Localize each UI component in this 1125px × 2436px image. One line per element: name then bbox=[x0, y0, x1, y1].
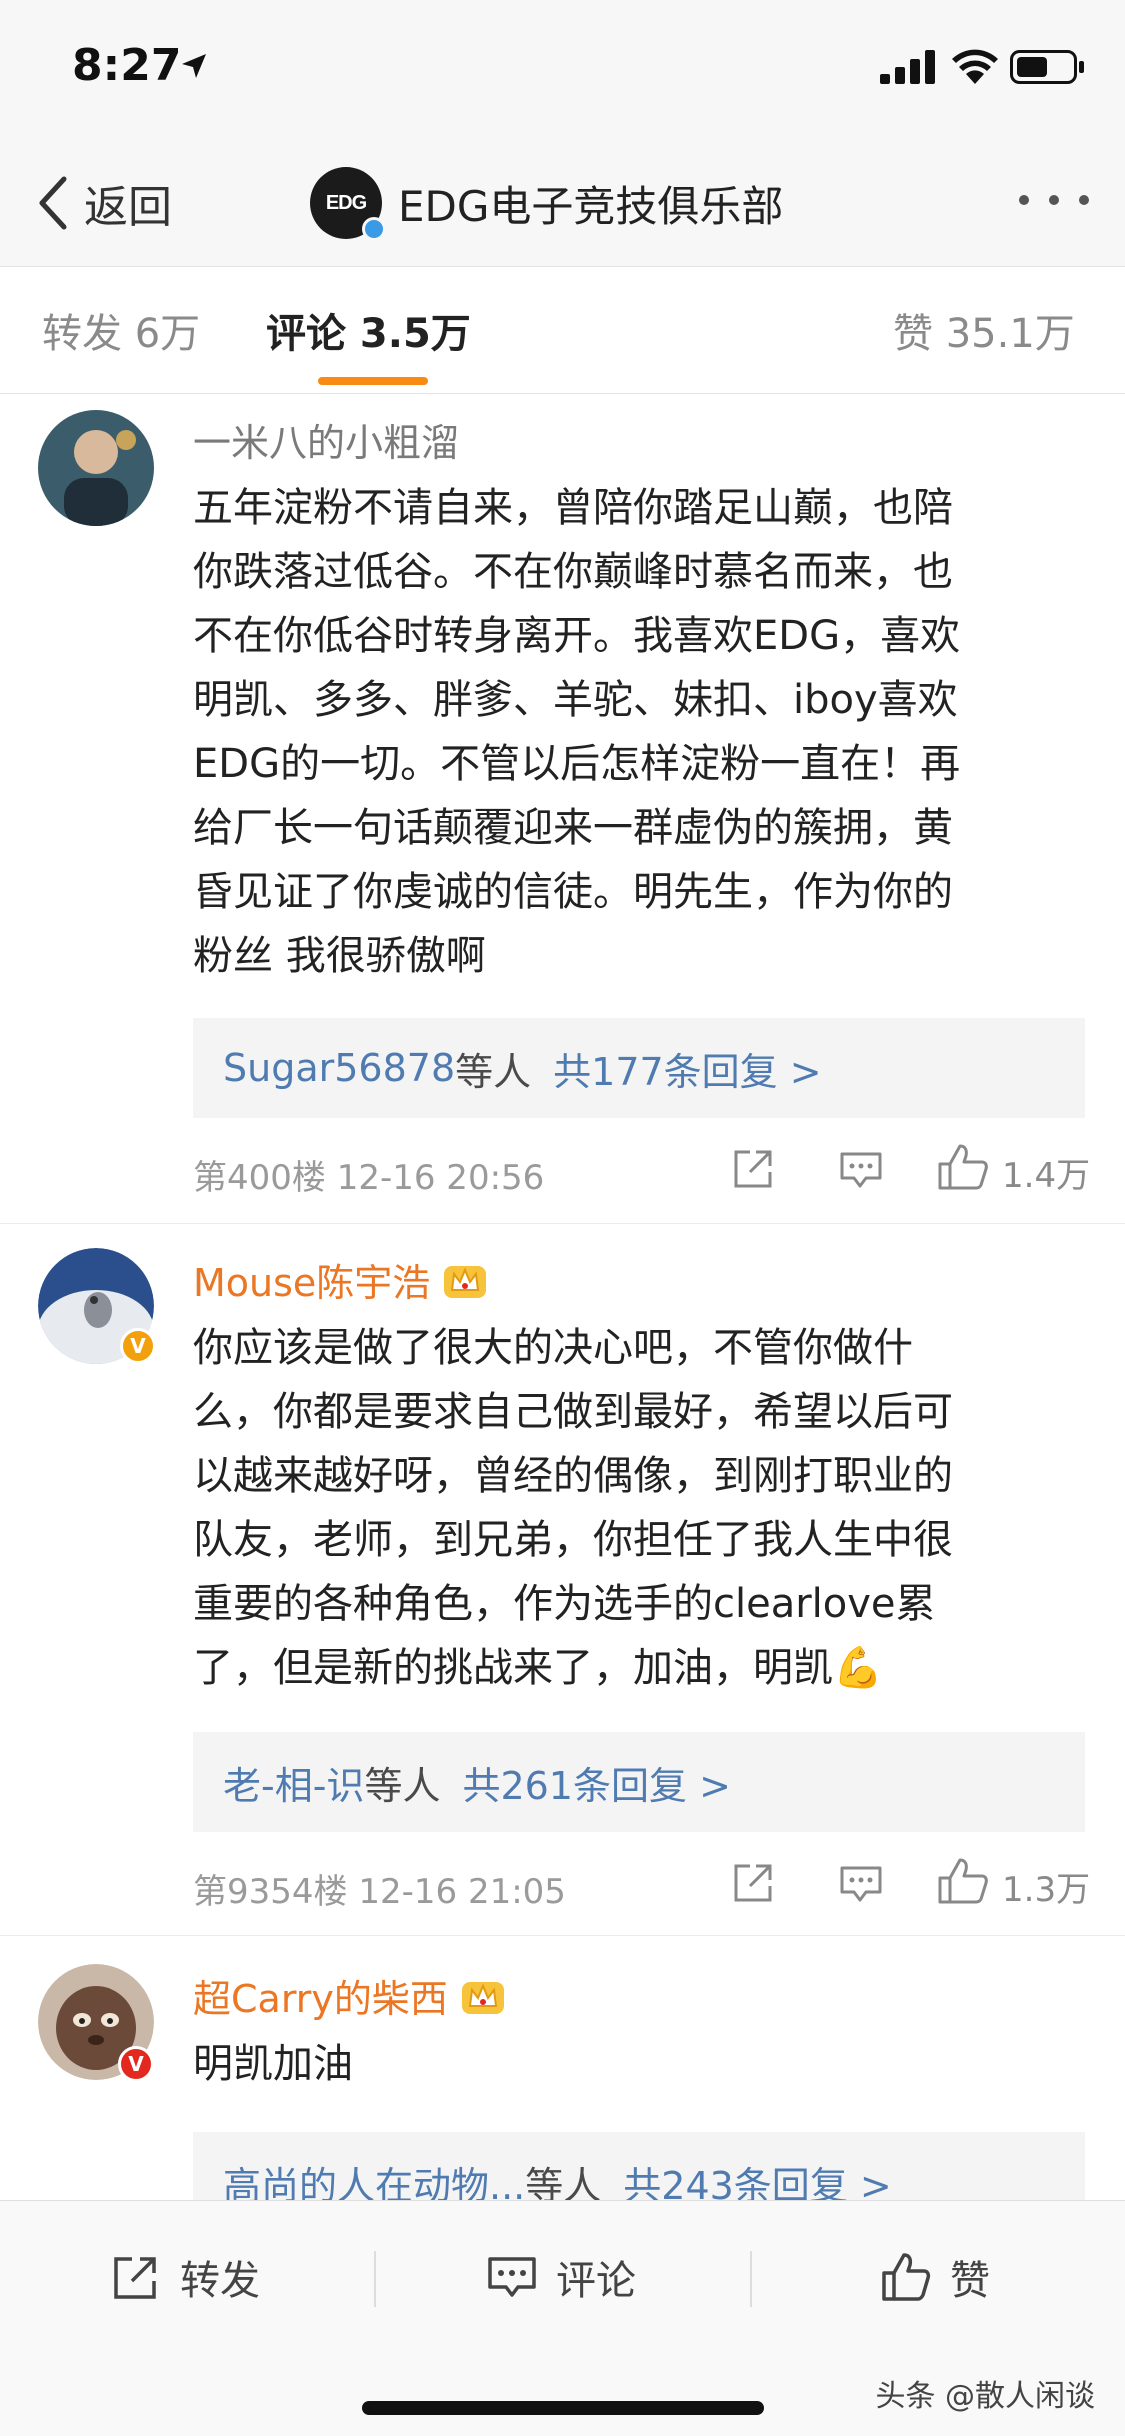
reply-mid: 等人 bbox=[455, 1049, 532, 1094]
comment-icon[interactable] bbox=[838, 1860, 884, 1906]
comment-button[interactable]: 评论 bbox=[486, 2245, 636, 2309]
avatar[interactable]: V bbox=[38, 1964, 154, 2082]
tab-likes[interactable]: 赞 35.1万 bbox=[893, 301, 1075, 359]
vip-badge-icon: V bbox=[118, 2046, 154, 2082]
more-icon[interactable] bbox=[1019, 180, 1089, 220]
status-bar: 8:27 bbox=[0, 0, 1125, 140]
comment-line: 粉丝 我很骄傲啊 bbox=[193, 933, 486, 979]
comment-line-text: 了，但是新的挑战来了，加油，明凯 bbox=[193, 1645, 833, 1691]
comment-line: 明凯加油 bbox=[193, 2041, 353, 2087]
vip-badge-icon: V bbox=[120, 1328, 156, 1364]
comment-line: 你跌落过低谷。不在你巅峰时慕名而来，也 bbox=[193, 549, 953, 595]
comment-line: 队友，老师，到兄弟，你担任了我人生中很 bbox=[193, 1517, 953, 1563]
comment-line: EDG的一切。不管以后怎样淀粉一直在！再 bbox=[193, 741, 961, 787]
comment-line: 不在你低谷时转身离开。我喜欢EDG，喜欢 bbox=[193, 613, 961, 659]
verified-badge-icon bbox=[362, 217, 386, 241]
reply-mid: 等人 bbox=[364, 1763, 441, 1808]
share-icon bbox=[114, 2257, 156, 2299]
share-icon[interactable] bbox=[730, 1146, 776, 1192]
reply-count-link[interactable]: 共177条回复 > bbox=[553, 1041, 821, 1096]
signal-icon bbox=[880, 50, 935, 84]
tab-bar: 转发 6万 评论 3.5万 赞 35.1万 bbox=[0, 266, 1125, 394]
page-title: EDG电子竞技俱乐部 bbox=[398, 181, 784, 231]
comment-line: 重要的各种角色，作为选手的clearlove累 bbox=[193, 1581, 936, 1627]
location-arrow-icon bbox=[182, 54, 206, 78]
like-count: 1.4万 bbox=[1002, 1156, 1091, 1196]
comment-line: 么，你都是要求自己做到最好，希望以后可 bbox=[193, 1389, 953, 1435]
watermark: 头条 @散人闲谈 bbox=[875, 2379, 1095, 2414]
like-icon[interactable] bbox=[936, 1856, 990, 1906]
home-indicator[interactable] bbox=[362, 2401, 764, 2415]
flexed-biceps-emoji: 💪 bbox=[833, 1645, 883, 1691]
comment-username-row: Mouse陈宇浩 bbox=[193, 1252, 488, 1307]
comment-line: 了，但是新的挑战来了，加油，明凯💪 bbox=[193, 1636, 1073, 1700]
tab-comments[interactable]: 评论 3.5万 bbox=[266, 301, 471, 359]
reply-preview[interactable]: 老-相-识 等人 共261条回复 > bbox=[193, 1732, 1085, 1832]
tab-repost[interactable]: 转发 6万 bbox=[42, 301, 200, 359]
toolbar-divider bbox=[374, 2251, 376, 2307]
comment-meta: 第400楼 12-16 20:56 bbox=[193, 1158, 545, 1198]
like-button[interactable]: 赞 bbox=[880, 2245, 990, 2309]
comment-text: 五年淀粉不请自来，曾陪你踏足山巅，也陪 你跌落过低谷。不在你巅峰时慕名而来，也 … bbox=[193, 476, 1073, 988]
back-chevron-icon bbox=[39, 176, 67, 230]
comment-username[interactable]: 超Carry的柴西 bbox=[193, 1968, 448, 2023]
comment-username[interactable]: 一米八的小粗溜 bbox=[193, 412, 459, 467]
comment-list: 一米八的小粗溜 五年淀粉不请自来，曾陪你踏足山巅，也陪 你跌落过低谷。不在你巅峰… bbox=[0, 394, 1125, 2236]
repost-label: 转发 bbox=[180, 2258, 260, 2304]
reply-preview[interactable]: Sugar56878 等人 共177条回复 > bbox=[193, 1018, 1085, 1118]
comment-text: 你应该是做了很大的决心吧，不管你做什 么，你都是要求自己做到最好，希望以后可 以… bbox=[193, 1316, 1073, 1700]
comment-label: 评论 bbox=[556, 2258, 636, 2304]
avatar[interactable]: V bbox=[38, 1248, 156, 1364]
comment-line: 昏见证了你虔诚的信徒。明先生，作为你的 bbox=[193, 869, 953, 915]
comment-username[interactable]: Mouse陈宇浩 bbox=[193, 1252, 430, 1307]
back-button[interactable]: 返回 bbox=[34, 168, 172, 238]
wifi-icon bbox=[952, 49, 998, 84]
nav-bar: 返回 EDG EDG电子竞技俱乐部 bbox=[0, 140, 1125, 266]
comment-line: 你应该是做了很大的决心吧，不管你做什 bbox=[193, 1325, 913, 1371]
like-icon[interactable] bbox=[936, 1142, 990, 1192]
like-label: 赞 bbox=[950, 2258, 990, 2304]
active-tab-indicator bbox=[318, 377, 428, 385]
comment-username-row: 超Carry的柴西 bbox=[193, 1968, 506, 2023]
comment-icon[interactable] bbox=[838, 1146, 884, 1192]
comment-item: V 超Carry的柴西 明凯加油 高尚的人在动物... 等人 共243条回复 > bbox=[0, 1936, 1125, 2236]
comment-line: 给厂长一句话颠覆迎来一群虚伪的簇拥，黄 bbox=[193, 805, 953, 851]
nav-title[interactable]: EDG EDG电子竞技俱乐部 bbox=[310, 167, 784, 241]
club-avatar: EDG bbox=[310, 167, 386, 241]
crown-icon bbox=[444, 1265, 487, 1298]
comment-meta: 第9354楼 12-16 21:05 bbox=[193, 1872, 566, 1912]
comment-icon bbox=[488, 2257, 536, 2297]
reply-user[interactable]: 老-相-识 bbox=[223, 1755, 364, 1810]
battery-icon bbox=[1010, 50, 1084, 84]
bottom-toolbar: 转发 评论 赞 头条 @散人闲谈 bbox=[0, 2200, 1125, 2436]
repost-button[interactable]: 转发 bbox=[110, 2245, 260, 2309]
share-icon[interactable] bbox=[730, 1860, 776, 1906]
avatar[interactable] bbox=[38, 410, 154, 526]
like-icon bbox=[882, 2253, 931, 2301]
like-count: 1.3万 bbox=[1002, 1870, 1091, 1910]
comment-line: 明凯、多多、胖爹、羊驼、妹扣、iboy喜欢 bbox=[193, 677, 958, 723]
comment-item: 一米八的小粗溜 五年淀粉不请自来，曾陪你踏足山巅，也陪 你跌落过低谷。不在你巅峰… bbox=[0, 394, 1125, 1224]
comment-line: 以越来越好呀，曾经的偶像，到刚打职业的 bbox=[193, 1453, 953, 1499]
comment-line: 五年淀粉不请自来，曾陪你踏足山巅，也陪 bbox=[193, 485, 953, 531]
crown-icon bbox=[461, 1981, 504, 2014]
comment-actions: 1.4万 bbox=[730, 1140, 1090, 1200]
toolbar-divider bbox=[750, 2251, 752, 2307]
reply-count-link[interactable]: 共261条回复 > bbox=[462, 1755, 730, 1810]
back-label: 返回 bbox=[84, 182, 172, 233]
status-time: 8:27 bbox=[72, 40, 182, 91]
comment-text: 明凯加油 bbox=[193, 2032, 1073, 2096]
reply-user[interactable]: Sugar56878 bbox=[223, 1046, 455, 1090]
comment-actions: 1.3万 bbox=[730, 1854, 1090, 1914]
comment-item: V Mouse陈宇浩 你应该是做了很大的决心吧，不管你做什 么，你都是要求自己做… bbox=[0, 1224, 1125, 1936]
club-avatar-logo-text: EDG bbox=[325, 191, 367, 214]
